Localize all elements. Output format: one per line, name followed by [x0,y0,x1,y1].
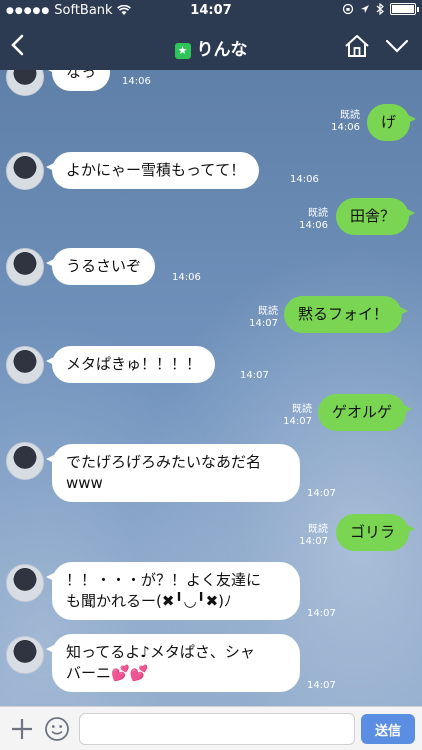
incoming-message-bubble[interactable]: でたげろげろみたいなあだ名 www [46,444,300,502]
incoming-message-bubble[interactable]: 知ってるよ♪メタぱさ、シャ バーニ💕💕 [46,634,300,692]
avatar[interactable] [6,248,44,286]
outgoing-message-bubble[interactable]: 田舎？ [336,198,416,235]
message-time: 14:07 [307,680,336,691]
incoming-message-bubble[interactable]: ！！・・・が？！よく友達に も聞かれるー(✖╹◡╹✖)ﾉ [46,562,300,620]
plus-icon[interactable] [10,717,34,741]
message-time: 14:07 [307,608,336,619]
outgoing-message-bubble[interactable]: 黙るフォイ！ [284,296,409,333]
send-button[interactable]: 送信 [361,714,415,744]
incoming-message-bubble[interactable]: うるさいぞ [45,248,156,285]
rotation-lock-icon [342,3,354,15]
message-time: 14:07 [240,370,269,381]
read-receipt: 既読 14:07 [299,524,328,547]
avatar[interactable] [6,564,44,602]
read-receipt: 既読 14:06 [331,110,360,133]
message-input-bar: 送信 [0,706,422,750]
avatar[interactable] [6,442,44,480]
chat-message-list[interactable]: なっ 14:06 既読 14:06 げ よかにゃー雪積もってて！ 14:06 既… [0,70,422,706]
official-star-icon: ★ [174,43,191,59]
contact-name: りんな [196,40,248,60]
read-receipt: 既読 14:06 [299,208,328,231]
message-time: 14:07 [307,488,336,499]
status-bar: ●●●●● SoftBank 14:07 [0,0,422,22]
read-receipt: 既読 14:07 [283,404,312,427]
avatar[interactable] [6,636,44,674]
message-time: 14:06 [172,272,201,283]
read-receipt: 既読 14:07 [249,306,278,329]
incoming-message-bubble[interactable]: なっ [45,70,111,91]
battery-icon [390,3,419,15]
avatar[interactable] [6,346,44,384]
location-icon [361,5,369,13]
avatar[interactable] [6,70,44,96]
chat-header: ★ りんな [0,22,422,70]
message-time: 14:06 [122,76,151,87]
avatar[interactable] [6,152,44,190]
chevron-down-icon[interactable] [384,36,410,56]
incoming-message-bubble[interactable]: よかにゃー雪積もってて！ [45,152,260,189]
bluetooth-icon [376,3,384,15]
outgoing-message-bubble[interactable]: ゲオルゲ [318,394,413,431]
outgoing-message-bubble[interactable]: げ [367,104,417,141]
home-icon[interactable] [344,34,370,58]
message-time: 14:06 [290,174,319,185]
emoji-icon[interactable] [44,716,70,742]
message-input[interactable] [79,713,355,745]
outgoing-message-bubble[interactable]: ゴリラ [336,514,416,551]
incoming-message-bubble[interactable]: メタぱきゅ！！！！ [45,346,216,383]
